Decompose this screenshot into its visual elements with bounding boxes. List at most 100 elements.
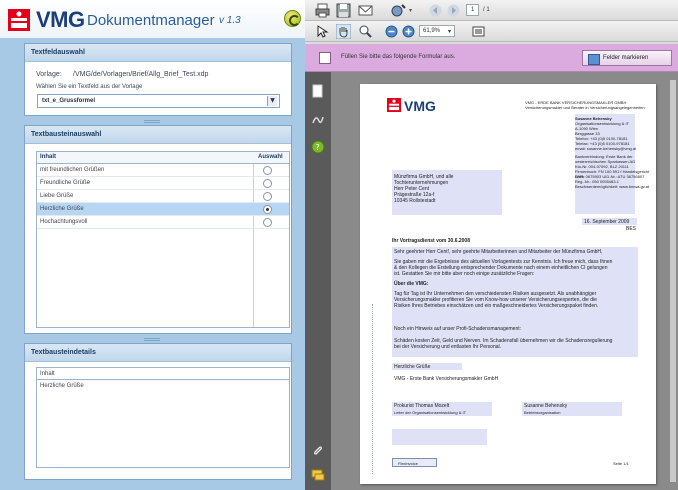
letter-salutation: Sehr geehrter Herr Cent!, sehr geehrte M… [394,249,603,255]
pages-icon[interactable] [311,84,325,98]
next-page-icon[interactable] [446,3,461,18]
template-path: /VMG/de/Vorlagen/Brief/Allg_Brief_Test.x… [73,71,209,78]
sparkasse-logo-icon [8,9,30,31]
form-icon [319,52,331,64]
left-pane: VMG Dokumentmanager v 1.3 Textfeldauswah… [0,0,305,490]
panel-title: Textfeldauswahl [25,44,291,62]
viewer-toolbar-bottom: 61,9% ▾ [305,21,678,42]
row-label: Hochachtungsvoll [40,219,88,225]
previous-page-icon[interactable] [428,3,443,18]
body-line: bei der Versicherung und entlasten Ihr P… [394,344,502,350]
help-icon[interactable]: ? [311,140,325,154]
table-row[interactable]: mit freundlichen Grüßen [37,164,289,177]
vertical-scrollbar[interactable] [670,80,676,482]
print-form-button[interactable]: Flexinvoice [392,458,437,467]
table-row[interactable]: Liebe Grüße [37,190,289,203]
signature-name: Susanne Behensky [524,403,568,409]
save-icon[interactable] [336,3,351,18]
radio-button[interactable] [263,218,272,227]
page-number-input[interactable]: 1 [466,4,479,16]
row-label: Herzliche Grüße [40,206,84,212]
app-window: VMG Dokumentmanager v 1.3 Textfeldauswah… [0,0,678,490]
document-page: VMG VMG - ERDE BANK VERSICHERUNGSMAKLER … [360,84,656,484]
body-heading: Über die VMG: [394,281,429,287]
body-line: Noch ein Hinweis auf unser Profi-Schaden… [394,326,522,332]
text-field-selection-panel: Textfeldauswahl Vorlage: /VMG/de/Vorlage… [24,43,292,116]
panel-title: Textbausteindetails [25,344,291,362]
sender-line: Versicherungsmakler und Berater in Versi… [525,105,645,110]
signature-title: Betriebsorganisation [524,410,561,415]
tools-icon[interactable] [391,3,406,18]
radio-button[interactable] [263,179,272,188]
zoom-select[interactable]: 61,9% ▾ [419,25,455,37]
zoom-tool-icon[interactable] [358,24,373,39]
app-header: VMG Dokumentmanager v 1.3 [0,0,305,38]
column-header-content[interactable]: Inhalt [40,154,56,160]
text-block-table: Inhalt Auswahl mit freundlichen Grüßen F… [36,151,290,328]
fold-mark [372,304,373,474]
template-label: Vorlage: [36,71,62,78]
panel-title: Textbausteinauswahl [25,126,291,144]
brand-wordmark: VMG [36,7,85,32]
page-label: Seite 1/1 [613,461,629,466]
comments-icon[interactable] [311,468,325,482]
radio-button[interactable] [263,205,272,214]
app-title: Dokumentmanager [87,12,215,29]
column-header-select[interactable]: Auswahl [258,154,283,160]
letter-date: 16. September 2009 [584,219,630,225]
text-field-select[interactable]: txt_e_Grussformel ▼ [37,94,280,108]
signature-title: Leiter der Organisationsentwicklung & IT [394,410,467,415]
radio-button[interactable] [263,192,272,201]
bank-info: Beschwerdemöglichkeit: www.bmwa.gv.at [575,184,649,189]
attachment-icon[interactable] [311,444,325,458]
page-total: / 1 [483,7,490,13]
sparkasse-logo-icon [387,98,401,112]
document-logo-text: VMG [404,98,436,114]
table-header: Inhalt Auswahl [37,152,289,164]
page-number-value: 1 [471,7,475,13]
body-line: Risiken Ihres Betriebes einschätzen und … [394,303,599,309]
form-message: Füllen Sie bitte das folgende Formular a… [341,54,456,60]
print-icon[interactable] [315,3,330,18]
row-label: mit freundlichen Grüßen [40,167,105,173]
detail-box: Inhalt Herzliche Grüße [36,367,290,468]
recipient-line: 10345 Rollstestadt [394,198,436,204]
hand-tool-icon[interactable] [336,24,351,39]
chevron-down-icon[interactable]: ▼ [267,96,277,106]
email-icon[interactable] [358,3,373,18]
form-notification-bar: Füllen Sie bitte das folgende Formular a… [305,44,678,72]
table-row[interactable]: Herzliche Grüße [37,203,289,216]
chevron-down-icon[interactable]: ▾ [448,28,451,35]
select-tool-icon[interactable] [315,24,330,39]
print-form-label: Flexinvoice [398,461,419,466]
chevron-down-icon[interactable]: ▾ [409,7,412,14]
detail-header: Inhalt [37,368,289,380]
fit-page-icon[interactable] [471,24,486,39]
text-block-details-panel: Textbausteindetails Inhalt Herzliche Grü… [24,343,292,480]
body-line: ist. Gestatten Sie mir bitte aber noch e… [394,271,535,277]
table-row[interactable]: Hochachtungsvoll [37,216,289,229]
radio-button[interactable] [263,166,272,175]
signatures-icon[interactable] [311,112,325,126]
zoom-value: 61,9% [423,28,441,34]
company-name: VMG - Erste Bank Versicherungsmakler Gmb… [394,376,499,382]
viewer-toolbar-top: ▾ 1 / 1 [305,0,678,21]
letter-closing: Herzliche Grüße [394,364,431,370]
panel-resize-handle[interactable] [144,120,160,123]
letter-subject: Ihr Vortragsdienst vom 30.6.2008 [392,238,470,244]
letter-reference: BES [626,226,637,232]
refresh-icon[interactable] [284,10,301,27]
contact-email: email: susanne.behensky@vmg.at [575,146,637,151]
detail-text[interactable]: Herzliche Grüße [37,380,289,392]
svg-text:?: ? [316,143,320,152]
highlight-fields-button[interactable]: Felder markieren [582,50,672,66]
panel-resize-handle[interactable] [144,338,160,341]
zoom-out-icon[interactable] [384,24,399,39]
text-field-select-value: txt_e_Grussformel [42,98,96,104]
app-version: v 1.3 [219,15,241,26]
field-hint: Wählen Sie ein Textfeld aus der Vorlage [36,84,143,90]
table-row[interactable]: Freundliche Grüße [37,177,289,190]
zoom-in-icon[interactable] [401,24,416,39]
attachments-field[interactable] [392,429,487,445]
row-label: Freundliche Grüße [40,180,91,186]
